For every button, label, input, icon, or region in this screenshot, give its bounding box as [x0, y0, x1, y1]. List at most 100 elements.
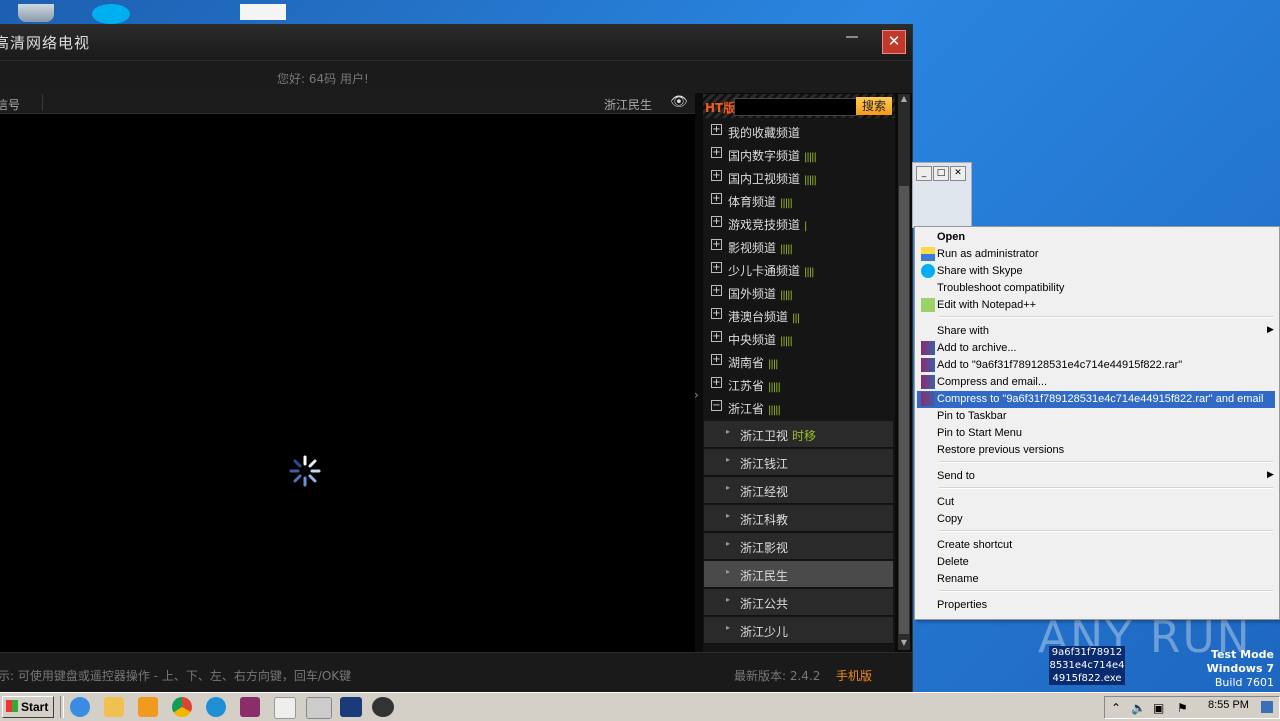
tv-app-taskbar-icon[interactable] [306, 697, 332, 719]
small-maximize-button[interactable]: □ [933, 166, 949, 181]
subchannel-item[interactable]: ▸ 浙江卫视 时移 [704, 421, 893, 448]
small-close-button[interactable]: ✕ [950, 166, 966, 181]
channel-category[interactable]: + 体育频道 ||||| [703, 189, 895, 212]
channel-category[interactable]: + 国内数字频道 ||||| [703, 143, 895, 166]
context-menu-item[interactable]: Compress and email... [917, 374, 1275, 391]
clock[interactable]: 8:55 PM [1208, 699, 1249, 711]
eye-icon[interactable]: 👁 [670, 94, 692, 110]
skype-desktop-icon[interactable] [92, 4, 130, 24]
context-menu-item[interactable]: Create shortcut [917, 537, 1275, 554]
bullet-arrow-icon: ▸ [726, 595, 731, 604]
scroll-up-icon[interactable]: ▲ [898, 94, 910, 106]
subchannel-item[interactable]: ▸ 浙江民生 [704, 561, 893, 588]
edge-icon[interactable] [206, 697, 226, 717]
channel-category[interactable]: + 我的收藏频道 [703, 120, 895, 143]
context-menu-item[interactable]: Pin to Taskbar [917, 408, 1275, 425]
expand-icon[interactable]: + [711, 354, 722, 365]
search-row: HT版 搜索 [703, 94, 895, 118]
context-menu-item[interactable]: Share with Skype [917, 263, 1275, 280]
channel-category[interactable]: + 湖南省 |||| [703, 350, 895, 373]
scroll-down-icon[interactable]: ▼ [898, 638, 910, 650]
panel-collapse-arrow-icon[interactable]: › [694, 388, 699, 402]
context-menu-item[interactable]: Restore previous versions [917, 442, 1275, 459]
channel-category[interactable]: + 江苏省 ||||| [703, 373, 895, 396]
expand-icon[interactable]: + [711, 285, 722, 296]
context-menu-item[interactable]: Open [917, 229, 1275, 246]
signal-bars: ||||| [804, 152, 817, 163]
start-button[interactable]: Start [2, 696, 54, 718]
channel-category[interactable]: + 国内卫视频道 ||||| [703, 166, 895, 189]
context-menu-item[interactable]: Troubleshoot compatibility [917, 280, 1275, 297]
context-menu-item[interactable]: Properties [917, 597, 1275, 614]
expand-icon[interactable]: + [711, 331, 722, 342]
tray-expand-icon[interactable]: ⌃ [1111, 701, 1125, 715]
subchannel-item[interactable]: ▸ 浙江公共 [704, 589, 893, 616]
collapse-icon[interactable]: − [711, 400, 722, 411]
channel-category[interactable]: + 少儿卡通频道 |||| [703, 258, 895, 281]
minimize-button[interactable] [846, 36, 858, 38]
expand-icon[interactable]: + [711, 193, 722, 204]
context-menu-item[interactable]: Pin to Start Menu [917, 425, 1275, 442]
channel-category[interactable]: + 国外频道 ||||| [703, 281, 895, 304]
wordpad-taskbar-icon[interactable] [372, 697, 394, 717]
context-menu-item[interactable]: Compress to "9a6f31f789128531e4c714e4491… [917, 391, 1275, 408]
context-menu-item[interactable]: Copy [917, 511, 1275, 528]
notepad-icon[interactable] [274, 697, 296, 719]
subchannel-item[interactable]: ▸ 浙江钱江 [704, 449, 893, 476]
media-player-icon[interactable] [138, 697, 158, 717]
subchannel-item[interactable]: ▸ 浙江科教 [704, 505, 893, 532]
scroll-thumb[interactable] [899, 186, 909, 634]
expand-icon[interactable]: + [711, 308, 722, 319]
expand-icon[interactable]: + [711, 239, 722, 250]
context-menu-item[interactable]: Add to archive... [917, 340, 1275, 357]
chrome-icon[interactable] [172, 697, 192, 717]
context-menu-item[interactable]: Send to ▶ [917, 468, 1275, 485]
app-taskbar-icon[interactable] [340, 697, 362, 717]
expand-icon[interactable]: + [711, 262, 722, 273]
context-menu-item[interactable]: Edit with Notepad++ [917, 297, 1275, 314]
close-button[interactable]: ✕ [882, 30, 906, 54]
small-minimize-button[interactable]: _ [916, 166, 932, 181]
channel-category[interactable]: − 浙江省 ||||| [703, 396, 895, 419]
category-label: 中央频道 ||||| [728, 331, 793, 348]
category-label: 国内数字频道 ||||| [728, 147, 817, 164]
context-menu-item[interactable]: Cut [917, 494, 1275, 511]
network-icon[interactable]: ▣ [1153, 701, 1167, 715]
search-button[interactable]: 搜索 [856, 97, 892, 115]
expand-icon[interactable]: + [711, 170, 722, 181]
winrar-icon[interactable] [240, 697, 260, 717]
expand-icon[interactable]: + [711, 216, 722, 227]
channel-search-input[interactable] [734, 98, 858, 116]
exe-desktop-label[interactable]: 9a6f31f78912 8531e4c714e4 4915f822.exe [1049, 646, 1125, 685]
subchannel-item[interactable]: ▸ 浙江影视 [704, 533, 893, 560]
subchannel-item[interactable]: ▸ 浙江少儿 [704, 617, 893, 644]
mobile-version-link[interactable]: 手机版 [836, 667, 872, 684]
ie-icon[interactable] [70, 697, 90, 717]
explorer-icon[interactable] [104, 697, 124, 717]
channel-category[interactable]: + 中央频道 ||||| [703, 327, 895, 350]
video-player[interactable] [0, 114, 695, 652]
category-label: 游戏竞技频道 | [728, 216, 808, 233]
tv-app-window: 高清网络电视 ✕ 您好: 64码 用户! 信号 浙江民生 👁 › HT版 搜索 … [0, 24, 913, 693]
channel-category[interactable]: + 游戏竞技频道 | [703, 212, 895, 235]
context-menu-item[interactable]: Run as administrator [917, 246, 1275, 263]
recycle-bin-icon[interactable] [18, 4, 54, 22]
expand-icon[interactable]: + [711, 377, 722, 388]
show-desktop-icon[interactable] [1261, 701, 1273, 713]
channel-category[interactable]: + 港澳台频道 ||| [703, 304, 895, 327]
context-menu-item[interactable]: Share with ▶ [917, 323, 1275, 340]
channel-scrollbar[interactable]: ▲ ▼ [898, 94, 910, 650]
app-title-bar[interactable]: 高清网络电视 ✕ [0, 24, 912, 60]
flag-icon[interactable]: ⚑ [1177, 701, 1191, 715]
skype-icon [921, 264, 935, 278]
expand-icon[interactable]: + [711, 147, 722, 158]
volume-icon[interactable]: 🔈 [1131, 701, 1146, 715]
context-menu-item[interactable]: Add to "9a6f31f789128531e4c714e44915f822… [917, 357, 1275, 374]
subchannel-item[interactable]: ▸ 浙江经视 [704, 477, 893, 504]
channel-category[interactable]: + 影视频道 ||||| [703, 235, 895, 258]
expand-icon[interactable]: + [711, 124, 722, 135]
document-desktop-icon[interactable] [240, 4, 286, 20]
context-menu-item[interactable]: Rename [917, 571, 1275, 588]
context-menu-item[interactable]: Delete [917, 554, 1275, 571]
ht-version-label[interactable]: HT版 [705, 99, 735, 116]
